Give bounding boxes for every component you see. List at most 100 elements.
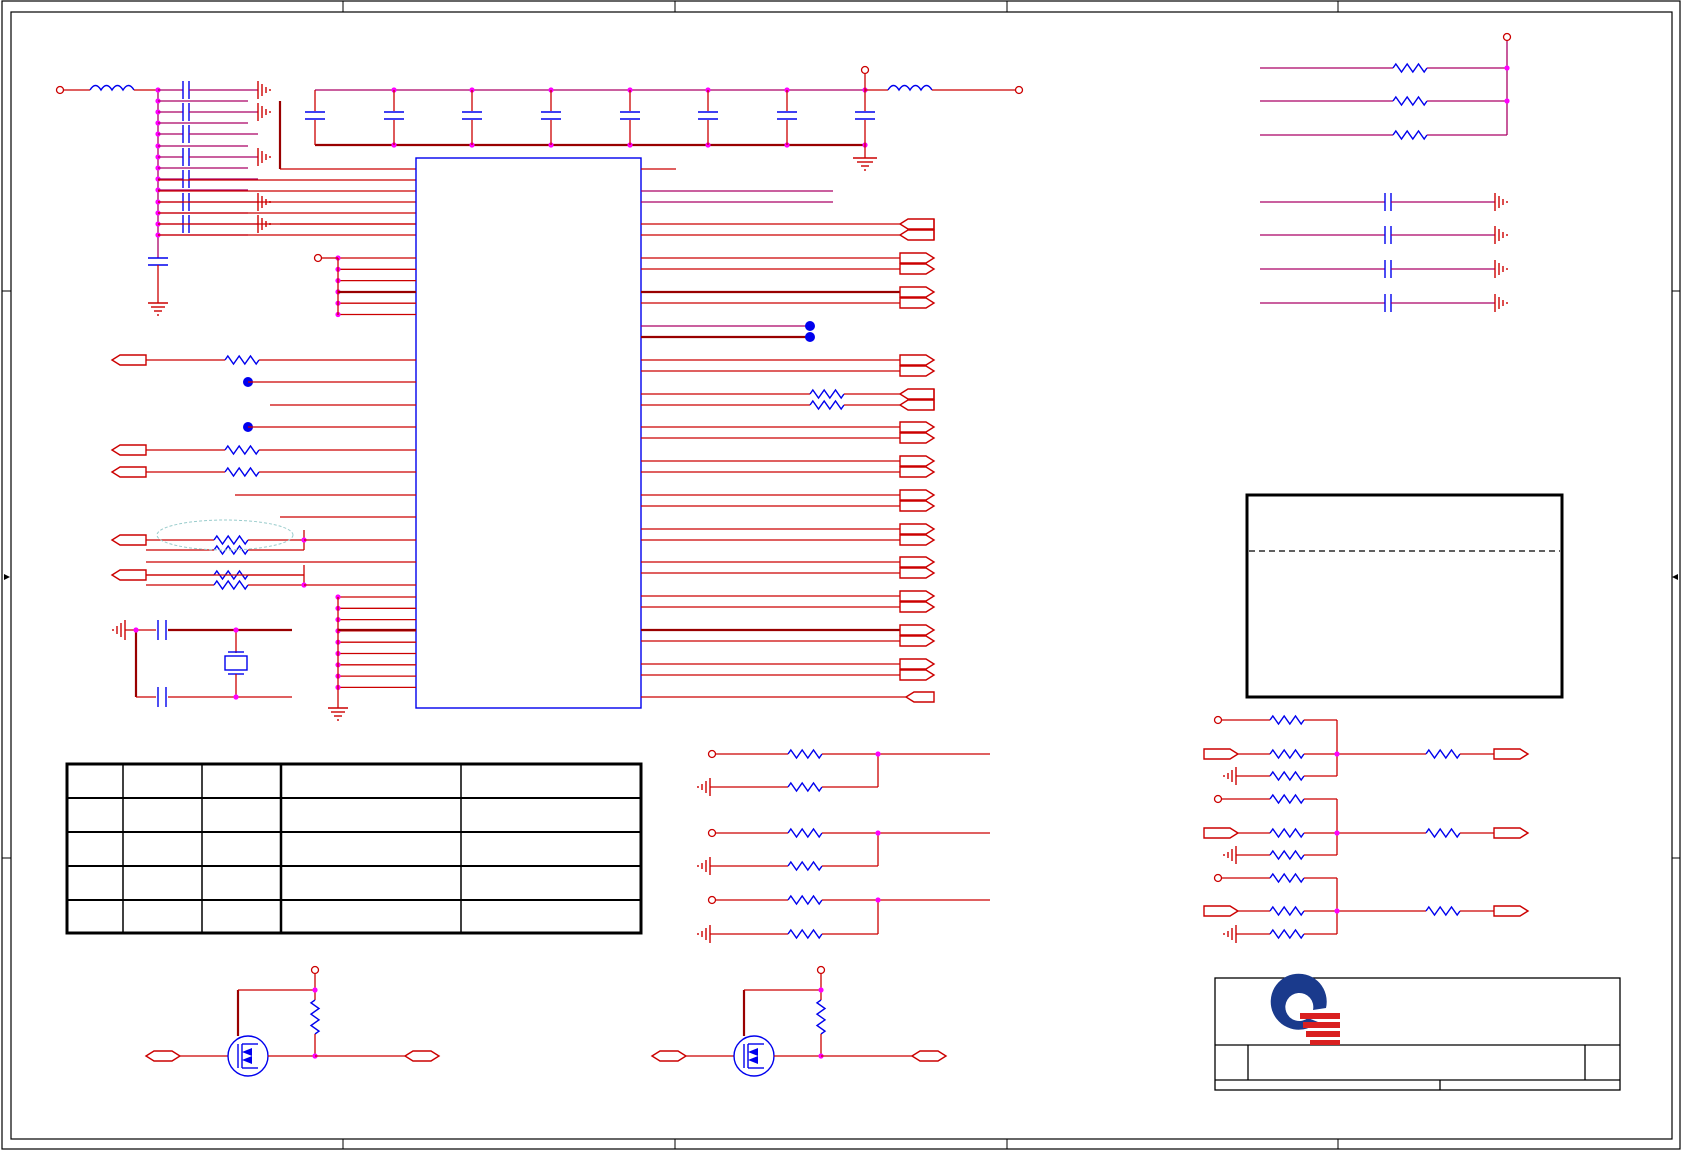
ground-symbol: [1494, 226, 1508, 244]
schematic-canvas: [1, 0, 1681, 1150]
resistor-icon: [787, 860, 823, 872]
main-ic-body: [415, 157, 642, 709]
port-connector: [899, 263, 936, 275]
power-terminal: [1213, 873, 1223, 883]
port-connector: [899, 534, 936, 546]
note-box: [1245, 493, 1564, 699]
mosfet-icon: [227, 1035, 269, 1077]
port-connector: [904, 691, 935, 703]
port-connector: [110, 569, 147, 581]
junction-dot: [818, 987, 824, 993]
ground-symbol: [257, 103, 271, 121]
port-connector: [650, 1050, 688, 1062]
ic-ground-bus: [328, 597, 348, 721]
power-terminal: [707, 749, 717, 759]
ground-symbol: [257, 81, 271, 99]
resistor-mixer-group: [1203, 714, 1530, 943]
port-connector: [899, 455, 936, 467]
port-connector: [1493, 827, 1530, 839]
ground-symbol: [257, 148, 271, 166]
resistor-icon: [787, 928, 823, 940]
mosfet-level-shifters: [144, 965, 948, 1077]
ground-symbol: [1223, 925, 1237, 943]
mosfet-icon: [733, 1035, 775, 1077]
ic-left-pins: [335, 255, 416, 691]
company-logo-icon: [1270, 973, 1340, 1045]
power-terminal: [1213, 715, 1223, 725]
top-decoupling-rail: [305, 65, 1024, 171]
port-connector: [1493, 905, 1530, 917]
ic-power-pin-group: [313, 253, 339, 315]
ground-symbol: [1494, 193, 1508, 211]
resistor-icon: [1425, 905, 1461, 917]
junction-dot: [875, 830, 881, 836]
resistor-icon: [1425, 748, 1461, 760]
port-connector: [110, 354, 147, 366]
resistor-icon: [787, 781, 823, 793]
port-connector: [899, 635, 936, 647]
ground-symbol: [697, 857, 711, 875]
port-connector: [1203, 748, 1240, 760]
port-connector: [899, 567, 936, 579]
power-terminal: [310, 965, 320, 975]
power-input-filter: [55, 84, 168, 316]
ic-right-pins: [641, 168, 833, 342]
decoupling-cap-ladder: [155, 81, 416, 238]
port-connector: [898, 218, 935, 230]
resistor-icon: [224, 354, 260, 366]
pullup-resistor-network: [1260, 32, 1512, 141]
resistor-icon: [787, 748, 823, 760]
resistor-icon: [1269, 872, 1305, 884]
port-connector: [898, 229, 935, 241]
power-terminal: [816, 965, 826, 975]
port-connector: [403, 1050, 441, 1062]
resistor-icon: [787, 827, 823, 839]
port-connector: [899, 432, 936, 444]
port-connector: [899, 601, 936, 613]
resistor-icon: [787, 894, 823, 906]
resistor-icon: [224, 444, 260, 456]
resistor-icon: [224, 466, 260, 478]
test-pad: [805, 332, 815, 342]
junction-dot: [875, 897, 881, 903]
resistor-icon: [213, 534, 249, 546]
port-connector: [110, 444, 147, 456]
port-connector: [899, 286, 936, 298]
decoupling-cap-bottom: [148, 257, 168, 275]
ground-symbol: [1223, 846, 1237, 864]
resistor-icon: [809, 399, 845, 411]
port-connector: [110, 534, 147, 546]
port-connector: [899, 658, 936, 670]
left-signal-connectors: [110, 354, 416, 591]
resistor-icon: [1269, 714, 1305, 726]
port-connector: [898, 388, 935, 400]
ground-symbol: [697, 925, 711, 943]
port-connector: [899, 624, 936, 636]
resistor-icon: [1392, 129, 1428, 141]
ground-symbol: [1223, 767, 1237, 785]
ground-symbol: [1494, 294, 1508, 312]
junction-dot: [875, 751, 881, 757]
resistor-icon: [309, 999, 321, 1035]
resistor-icon: [1269, 827, 1305, 839]
junction-dot: [1334, 830, 1340, 836]
port-connector: [899, 354, 936, 366]
resistor-icon: [1269, 770, 1305, 782]
port-connector: [898, 399, 935, 411]
right-signal-connectors: [641, 218, 936, 703]
port-connector: [899, 669, 936, 681]
port-connector: [899, 556, 936, 568]
port-connector: [899, 489, 936, 501]
resistor-icon: [1269, 748, 1305, 760]
resistor-icon: [809, 388, 845, 400]
crystal-icon: [224, 655, 248, 671]
resistor-icon: [1269, 905, 1305, 917]
power-terminal: [707, 828, 717, 838]
port-connector: [144, 1050, 182, 1062]
ground-symbol: [697, 778, 711, 796]
junction-dot: [1504, 98, 1510, 104]
junction-dot: [1334, 908, 1340, 914]
resistor-icon: [213, 579, 249, 591]
ferrite-bead-output: [887, 84, 933, 92]
port-connector: [899, 500, 936, 512]
